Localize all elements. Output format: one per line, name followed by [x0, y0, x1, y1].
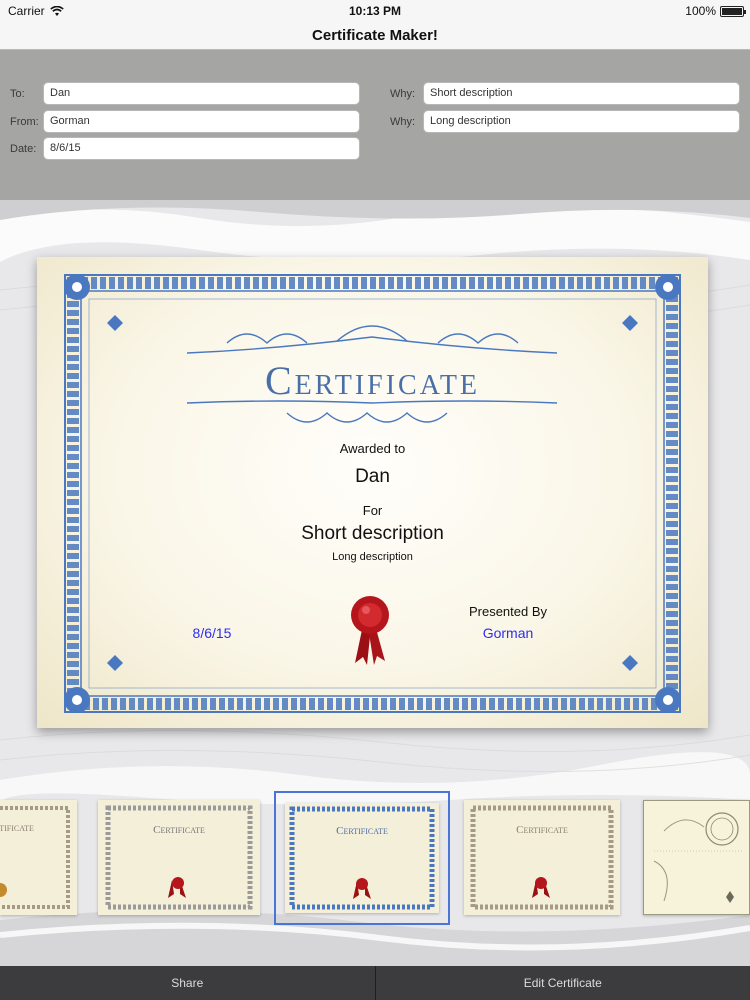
bottom-toolbar: Share Edit Certificate	[0, 966, 750, 1000]
thumbnail-title: Certificate	[516, 824, 568, 836]
short-description: Short description	[301, 523, 444, 544]
certificate-form: To: Dan From: Gorman Date: 8/6/15 Why: S…	[0, 50, 750, 200]
certificate-title: Certificate	[264, 358, 481, 403]
to-field[interactable]: Dan	[43, 82, 360, 105]
short-description-field[interactable]: Short description	[423, 82, 740, 105]
template-thumbnail[interactable]: Certificate	[464, 800, 620, 915]
share-button[interactable]: Share	[0, 966, 375, 1000]
template-thumbnail[interactable]: Certificate	[98, 800, 260, 915]
why-long-label: Why:	[390, 115, 416, 128]
battery-percent: 100%	[685, 4, 716, 18]
page-title: Certificate Maker!	[0, 22, 750, 50]
to-label: To:	[10, 87, 25, 100]
thumbnail-title: Certificate	[0, 822, 34, 834]
date-field[interactable]: 8/6/15	[43, 137, 360, 160]
certificate-preview: Certificate Awarded to Dan For Short des…	[37, 257, 708, 728]
certificate-date: 8/6/15	[192, 625, 232, 641]
presenter-name: Gorman	[482, 625, 534, 641]
template-thumbnail[interactable]: Certificate	[0, 800, 77, 915]
edit-certificate-button[interactable]: Edit Certificate	[376, 966, 750, 1000]
awarded-to-label: Awarded to	[339, 441, 406, 456]
wax-seal-icon	[351, 596, 389, 665]
long-description: Long description	[332, 551, 413, 563]
from-field[interactable]: Gorman	[43, 110, 360, 133]
status-bar: Carrier 10:13 PM 100%	[0, 0, 750, 22]
for-label: For	[362, 503, 383, 518]
selected-template-highlight	[274, 791, 450, 925]
from-label: From:	[10, 115, 39, 128]
thumbnail-title: Certificate	[153, 824, 205, 836]
presented-by-label: Presented By	[468, 604, 548, 619]
date-label: Date:	[10, 142, 37, 155]
template-thumbnail[interactable]	[643, 800, 750, 915]
battery-icon	[720, 5, 746, 17]
why-short-label: Why:	[390, 87, 416, 100]
long-description-field[interactable]: Long description	[423, 110, 740, 133]
clock: 10:13 PM	[348, 4, 402, 18]
recipient-name: Dan	[355, 466, 390, 487]
